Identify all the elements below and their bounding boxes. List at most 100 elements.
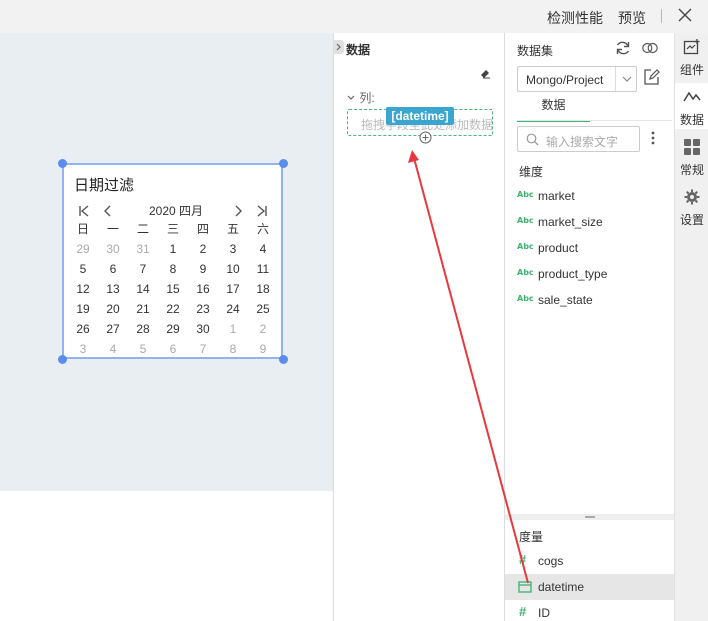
dimension-field[interactable]: Abc market	[505, 183, 674, 209]
divider	[661, 9, 662, 23]
dataset-select-value: Mongo/Project	[526, 73, 604, 87]
collapse-panel-button[interactable]	[334, 40, 344, 54]
prev-month-icon[interactable]	[100, 203, 116, 219]
calendar-day[interactable]: 29	[158, 319, 188, 339]
field-name: datetime	[538, 580, 585, 594]
calendar-day[interactable]: 15	[158, 279, 188, 299]
calendar-day[interactable]: 24	[218, 299, 248, 319]
add-circle-icon[interactable]	[419, 131, 432, 144]
dimension-field[interactable]: Abc sale_state	[505, 287, 674, 313]
rail-label: 常规	[679, 163, 704, 177]
calendar-day[interactable]: 13	[98, 279, 128, 299]
close-icon[interactable]	[677, 7, 693, 23]
calendar-day[interactable]: 3	[68, 339, 98, 359]
resize-handle[interactable]	[58, 355, 67, 364]
rail-item-general[interactable]: 常规	[675, 133, 708, 179]
calendar-day[interactable]: 25	[248, 299, 278, 319]
calendar-day[interactable]: 7	[128, 259, 158, 279]
rail-item-components[interactable]: 组件	[675, 33, 708, 79]
calendar-day[interactable]: 30	[188, 319, 218, 339]
dimension-field[interactable]: Abc product_type	[505, 261, 674, 287]
calendar-day[interactable]: 4	[98, 339, 128, 359]
resize-handle[interactable]	[58, 159, 67, 168]
field-name: cogs	[538, 554, 564, 568]
last-page-icon[interactable]	[254, 203, 270, 219]
calendar-day[interactable]: 8	[218, 339, 248, 359]
panel-title: 数据	[346, 43, 371, 57]
calendar-day[interactable]: 3	[218, 239, 248, 259]
weekday: 二	[136, 222, 149, 236]
dataset-select[interactable]: Mongo/Project	[517, 66, 637, 92]
calendar-day[interactable]: 18	[248, 279, 278, 299]
link-datasets-icon[interactable]	[641, 40, 659, 56]
first-page-icon[interactable]	[76, 203, 92, 219]
field-name: product_type	[538, 267, 608, 281]
weekday: 四	[196, 222, 209, 236]
field-name: market	[538, 189, 575, 203]
edit-icon[interactable]	[642, 68, 660, 86]
calendar-day[interactable]: 7	[188, 339, 218, 359]
panel-splitter[interactable]	[505, 514, 674, 520]
field-search-input[interactable]: 输入搜索文字	[517, 126, 640, 152]
calendar-day[interactable]: 10	[218, 259, 248, 279]
text-type-icon: Abc	[517, 216, 534, 225]
calendar-day[interactable]: 5	[68, 259, 98, 279]
calendar-day[interactable]: 8	[158, 259, 188, 279]
calendar-day[interactable]: 30	[98, 239, 128, 259]
right-rail: 组件 数据 常规 设置	[674, 33, 708, 621]
calendar-day[interactable]: 5	[128, 339, 158, 359]
refresh-icon[interactable]	[614, 40, 632, 56]
calendar-day[interactable]: 6	[98, 259, 128, 279]
calendar-day[interactable]: 20	[98, 299, 128, 319]
calendar-day[interactable]: 16	[188, 279, 218, 299]
dimension-field[interactable]: Abc product	[505, 235, 674, 261]
eraser-icon[interactable]	[479, 67, 491, 79]
weekday: 日	[76, 222, 89, 236]
resize-handle[interactable]	[279, 355, 288, 364]
weekday: 五	[226, 222, 239, 236]
detect-performance-button[interactable]: 检测性能	[547, 8, 603, 28]
dropdown-toggle[interactable]	[615, 67, 637, 91]
calendar-day[interactable]: 28	[128, 319, 158, 339]
calendar-day[interactable]: 27	[98, 319, 128, 339]
date-filter-widget[interactable]: 日期过滤 2020 四月 日 一 二 三 四 五 六 29 30 31 1 2 …	[62, 163, 283, 359]
field-name: sale_state	[538, 293, 593, 307]
measure-field-selected[interactable]: datetime	[505, 574, 674, 600]
dimension-section-label: 维度	[519, 165, 544, 179]
dimension-field[interactable]: Abc market_size	[505, 209, 674, 235]
calendar-day[interactable]: 22	[158, 299, 188, 319]
calendar-day[interactable]: 4	[248, 239, 278, 259]
calendar-day[interactable]: 17	[218, 279, 248, 299]
field-name: ID	[538, 606, 550, 620]
calendar-day[interactable]: 11	[248, 259, 278, 279]
calendar-day[interactable]: 1	[218, 319, 248, 339]
calendar-day[interactable]: 12	[68, 279, 98, 299]
next-month-icon[interactable]	[230, 203, 246, 219]
tab-data[interactable]: 数据	[517, 98, 590, 122]
measure-field[interactable]: # ID	[505, 600, 674, 621]
calendar-day[interactable]: 9	[248, 339, 278, 359]
resize-handle[interactable]	[279, 159, 288, 168]
calendar-day[interactable]: 19	[68, 299, 98, 319]
calendar-day[interactable]: 29	[68, 239, 98, 259]
calendar-day[interactable]: 1	[158, 239, 188, 259]
text-type-icon: Abc	[517, 242, 534, 251]
calendar-day[interactable]: 6	[158, 339, 188, 359]
rail-item-data[interactable]: 数据	[675, 83, 708, 129]
calendar-day[interactable]: 14	[128, 279, 158, 299]
more-options-icon[interactable]	[650, 130, 656, 146]
tab-divider	[517, 120, 672, 121]
field-name: product	[538, 241, 579, 255]
calendar-day[interactable]: 23	[188, 299, 218, 319]
calendar-day[interactable]: 26	[68, 319, 98, 339]
calendar-day[interactable]: 31	[128, 239, 158, 259]
calendar-day[interactable]: 2	[248, 319, 278, 339]
measure-field[interactable]: # cogs	[505, 548, 674, 574]
calendar-day[interactable]: 21	[128, 299, 158, 319]
calendar-day[interactable]: 9	[188, 259, 218, 279]
dragged-field-tag[interactable]: [datetime]	[386, 107, 454, 125]
columns-section[interactable]: 列:	[346, 89, 375, 106]
calendar-day[interactable]: 2	[188, 239, 218, 259]
preview-button[interactable]: 预览	[618, 8, 646, 28]
rail-item-settings[interactable]: 设置	[675, 183, 708, 229]
